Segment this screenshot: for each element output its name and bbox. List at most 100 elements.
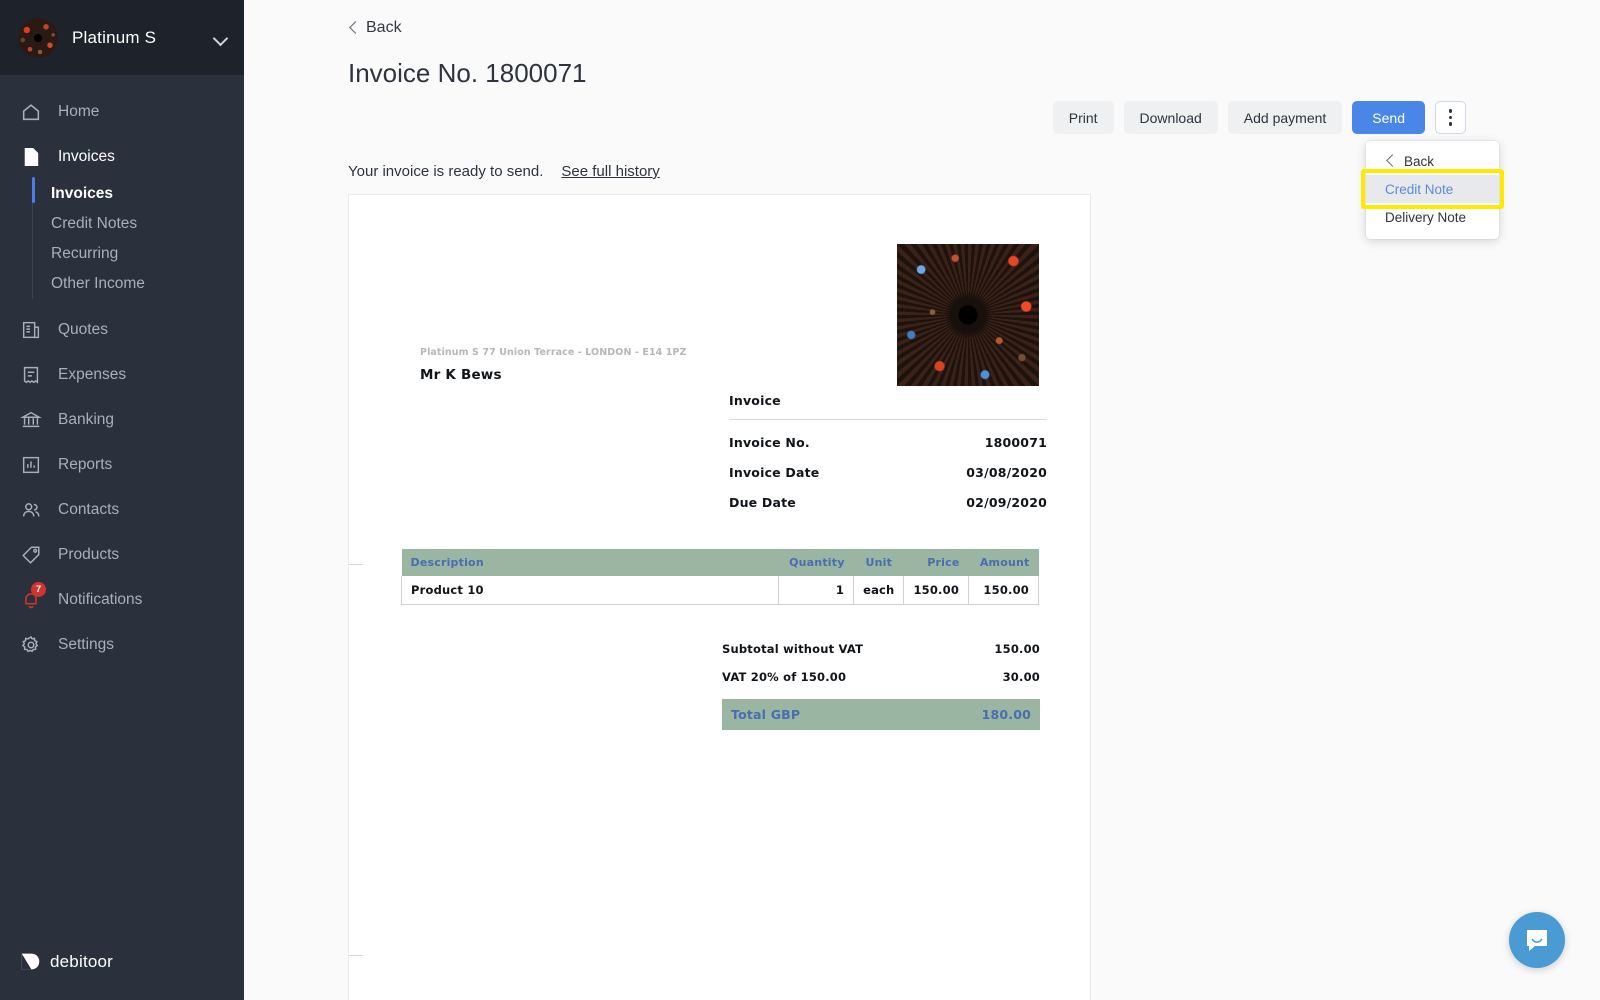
totals-row-vat: VAT 20% of 150.00 30.00 [722, 663, 1040, 691]
sidebar-item-products[interactable]: Products [0, 532, 244, 577]
more-options-dropdown: Back Credit Note Delivery Note [1361, 141, 1504, 239]
sidebar-item-notifications[interactable]: 7 Notifications [0, 577, 244, 622]
kebab-menu-icon [1448, 109, 1453, 126]
sidebar-item-credit-notes[interactable]: Credit Notes [51, 209, 244, 239]
print-button[interactable]: Print [1052, 101, 1114, 134]
sidebar-item-settings[interactable]: Settings [0, 622, 244, 667]
main-content: Back Invoice No. 1800071 Print Download … [244, 0, 1600, 1000]
sidebar-item-expenses[interactable]: Expenses [0, 352, 244, 397]
see-full-history-link[interactable]: See full history [561, 163, 659, 180]
sidebar-nav: Home Invoices Invoices Credit Notes Recu… [0, 75, 244, 667]
app-root: Platinum S Home Invoices Invoices Credit… [0, 0, 1600, 1000]
sidebar-subnav: Invoices Credit Notes Recurring Other In… [32, 177, 244, 299]
grand-total-label: Total GBP [731, 707, 801, 722]
account-name: Platinum S [72, 27, 157, 47]
sidebar-item-recurring[interactable]: Recurring [51, 239, 244, 269]
receipt-icon [23, 366, 39, 384]
sidebar-item-label: Contacts [58, 500, 120, 518]
totals-value: 30.00 [1002, 670, 1040, 684]
recipient-name: Mr K Bews [420, 367, 502, 383]
chevron-left-icon [348, 23, 358, 33]
invoice-meta-row: Invoice No. 1800071 [729, 420, 1047, 450]
chat-bubble-icon [1527, 930, 1547, 951]
action-toolbar: Print Download Add payment Send [1052, 101, 1466, 134]
column-header-unit: Unit [853, 549, 904, 576]
meta-key: Invoice No. [729, 435, 810, 450]
grand-total-value: 180.00 [981, 707, 1031, 722]
debitoor-logo-icon [21, 953, 40, 970]
chevron-down-icon[interactable] [214, 31, 228, 45]
meta-key: Due Date [729, 495, 796, 510]
meta-value: 1800071 [984, 435, 1047, 450]
back-link[interactable]: Back [348, 19, 402, 37]
sidebar-subitem-label: Invoices [51, 185, 114, 202]
sidebar-item-label: Reports [58, 455, 113, 473]
table-header-row: Description Quantity Unit Price Amount [401, 549, 1039, 576]
column-header-price: Price [903, 549, 969, 576]
sidebar-item-invoices[interactable]: Invoices [0, 134, 244, 179]
cell-unit: each [853, 576, 905, 605]
back-label: Back [366, 19, 402, 36]
totals-value: 150.00 [994, 642, 1040, 656]
bank-icon [20, 411, 42, 427]
invoice-meta-row: Due Date 02/09/2020 [729, 480, 1047, 510]
cell-amount: 150.00 [968, 576, 1039, 605]
sidebar-subitem-label: Credit Notes [51, 215, 138, 232]
download-button[interactable]: Download [1123, 101, 1218, 134]
sidebar-item-label: Products [58, 545, 120, 563]
sidebar-item-label: Expenses [58, 365, 127, 383]
dropdown-item-credit-note[interactable]: Credit Note [1366, 175, 1499, 203]
dropdown-back-item[interactable]: Back [1366, 147, 1499, 175]
totals-row-subtotal: Subtotal without VAT 150.00 [722, 635, 1040, 663]
column-header-description: Description [401, 549, 779, 576]
more-options-button[interactable] [1435, 101, 1466, 134]
sidebar-item-contacts[interactable]: Contacts [0, 487, 244, 532]
sidebar: Platinum S Home Invoices Invoices Credit… [0, 0, 244, 1000]
sidebar-subitem-label: Other Income [51, 275, 145, 292]
grand-total-row: Total GBP 180.00 [722, 699, 1040, 730]
cell-price: 150.00 [903, 576, 970, 605]
cell-description: Product 10 [400, 576, 780, 605]
column-header-amount: Amount [968, 549, 1039, 576]
page-title: Invoice No. 1800071 [348, 58, 587, 88]
invoice-document: Platinum S 77 Union Terrace - LONDON - E… [348, 194, 1091, 1000]
meta-value: 03/08/2020 [966, 465, 1047, 480]
brand-wordmark: debitoor [50, 951, 114, 971]
sidebar-item-banking[interactable]: Banking [0, 397, 244, 442]
sidebar-item-reports[interactable]: Reports [0, 442, 244, 487]
send-button[interactable]: Send [1352, 101, 1425, 134]
dropdown-item-credit-note-wrap: Credit Note [1361, 169, 1504, 209]
meta-key: Invoice Date [729, 465, 820, 480]
sidebar-item-quotes[interactable]: Quotes [0, 307, 244, 352]
notification-icon-wrap: 7 [20, 581, 46, 611]
status-message: Your invoice is ready to send. [348, 163, 544, 180]
avatar [18, 17, 58, 58]
line-items-table: Description Quantity Unit Price Amount P… [400, 549, 1039, 605]
totals-block: Subtotal without VAT 150.00 VAT 20% of 1… [722, 635, 1040, 730]
company-logo-image [897, 244, 1039, 386]
notification-badge: 7 [31, 581, 46, 597]
chat-support-button[interactable] [1509, 912, 1565, 968]
dropdown-back-label: Back [1404, 153, 1435, 169]
sidebar-item-home[interactable]: Home [0, 89, 244, 134]
invoice-document-icon [24, 147, 39, 166]
sidebar-item-invoices-sub[interactable]: Invoices [32, 177, 244, 209]
home-icon [22, 103, 40, 120]
sidebar-item-label: Notifications [58, 590, 143, 608]
quotes-icon [22, 321, 40, 338]
fold-mark [349, 955, 363, 956]
account-switcher[interactable]: Platinum S [0, 0, 244, 75]
sender-address-line: Platinum S 77 Union Terrace - LONDON - E… [420, 347, 687, 358]
totals-label: Subtotal without VAT [722, 642, 864, 656]
table-row: Product 10 1 each 150.00 150.00 [400, 576, 1039, 605]
cell-quantity: 1 [778, 576, 855, 605]
people-icon [22, 502, 40, 516]
add-payment-button[interactable]: Add payment [1227, 101, 1343, 134]
invoice-doc-title: Invoice [729, 393, 781, 408]
sidebar-item-label: Settings [58, 635, 115, 653]
dropdown-item-delivery-note[interactable]: Delivery Note [1366, 203, 1499, 231]
invoice-meta-row: Invoice Date 03/08/2020 [729, 450, 1047, 480]
sidebar-item-other-income[interactable]: Other Income [51, 269, 244, 299]
sidebar-subitem-label: Recurring [51, 245, 119, 262]
